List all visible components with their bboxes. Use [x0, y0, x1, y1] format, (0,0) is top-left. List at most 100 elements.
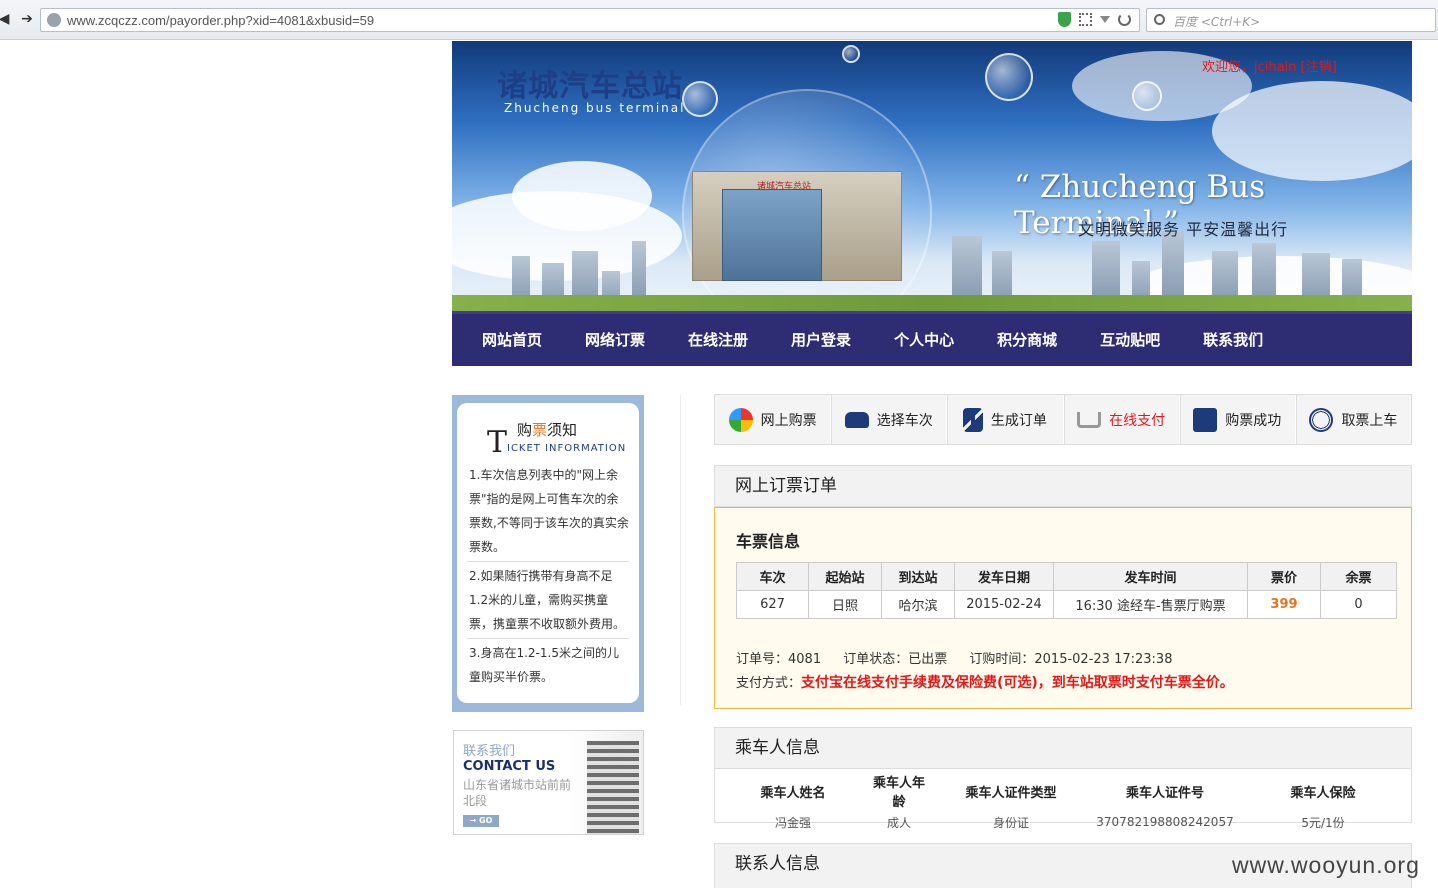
column-header: 票价 — [1247, 562, 1321, 591]
bubble-decoration — [682, 81, 718, 117]
payment-note: 支付宝在线支付手续费及保险费(可选)，到车站取票时支付车票全价。 — [801, 675, 1234, 691]
table-row: 627 日照 哈尔滨 2015-02-24 16:30 途经车-售票厅购票 39… — [736, 590, 1397, 619]
car-icon — [844, 411, 869, 428]
site-logo-text[interactable]: 诸城汽车总站 — [497, 61, 683, 105]
notice-item: 2.如果随行携带有身高不足1.2米的儿童，需购买携童票，携童票不收取额外费用。 — [467, 564, 629, 639]
nav-login[interactable]: 用户登录 — [791, 314, 851, 366]
forward-arrow-icon[interactable]: ➔ — [20, 12, 34, 26]
contact-go-button[interactable]: → GO — [463, 815, 499, 827]
main-navigation: 网站首页 网络订票 在线注册 用户登录 个人中心 积分商城 互动贴吧 联系我们 — [452, 311, 1412, 366]
hourglass-icon — [962, 407, 983, 432]
browser-toolbar: ◀ ➔ www.zcqczz.com/payorder.php?xid=4081… — [0, 0, 1438, 40]
back-arrow-icon[interactable]: ◀ — [0, 12, 11, 26]
search-icon — [1154, 14, 1165, 25]
bubble-decoration — [1132, 81, 1162, 111]
checkmark-icon — [1193, 407, 1218, 432]
order-time: 订购时间：2015-02-23 17:23:38 — [969, 652, 1173, 667]
page-container: 诸城汽车总站 诸城汽车总站 Zhucheng bus terminal 欢迎您，… — [452, 41, 1412, 888]
passenger-insurance: 5元/1份 — [1301, 815, 1345, 830]
nav-home[interactable]: 网站首页 — [482, 314, 542, 366]
nav-contact[interactable]: 联系我们 — [1203, 314, 1263, 366]
column-header: 乘车人证件号 — [1125, 785, 1204, 801]
column-header: 车次 — [736, 562, 809, 591]
column-header: 起始站 — [808, 562, 882, 591]
cloud-decoration — [1212, 81, 1412, 181]
column-header: 发车时间 — [1053, 562, 1248, 591]
column-header: 余票 — [1320, 562, 1397, 591]
ticket-table: 车次 起始站 到达站 发车日期 发车时间 票价 余票 627 日照 哈尔滨 20… — [736, 562, 1397, 619]
nav-online-booking[interactable]: 网络订票 — [585, 314, 645, 366]
order-meta: 订单号：4081 订单状态：已出票 订购时间：2015-02-23 17:23:… — [736, 648, 1190, 667]
globe-icon — [1309, 407, 1334, 432]
ticket-info-title: 车票信息 — [736, 532, 801, 551]
reload-icon[interactable] — [1118, 13, 1131, 26]
step-online-payment: 在线支付 — [1064, 395, 1180, 444]
step-generate-order: 生成订单 — [947, 395, 1064, 444]
passenger-age: 成人 — [886, 815, 911, 830]
slogan-chinese: 文明微笑服务 平安温馨出行 — [1078, 220, 1289, 239]
contact-title-cn: 联系我们 — [463, 744, 516, 759]
passenger-panel-body: 乘车人姓名 乘车人年龄 乘车人证件类型 乘车人证件号 乘车人保险 冯金强 成人 … — [714, 769, 1412, 830]
terminal-sign: 诸城汽车总站 — [757, 182, 812, 192]
building-image — [587, 741, 639, 834]
color-wheel-icon — [728, 407, 753, 432]
site-banner: 诸城汽车总站 诸城汽车总站 Zhucheng bus terminal 欢迎您，… — [452, 41, 1412, 311]
column-header: 乘车人姓名 — [760, 785, 826, 801]
payment-label: 支付方式： — [736, 676, 802, 691]
shield-icon[interactable] — [1058, 12, 1071, 27]
column-header: 到达站 — [881, 562, 955, 591]
shopping-cart-icon — [1077, 411, 1102, 428]
notice-item: 1.车次信息列表中的"网上余票"指的是网上可售车次的余票数,不等同于该车次的真实… — [467, 463, 629, 562]
step-online-purchase: 网上购票 — [715, 395, 832, 444]
user-welcome-logout[interactable]: 欢迎您，jcihain [注销] — [1202, 56, 1337, 75]
notice-title-cn: 购票须知 — [517, 421, 578, 439]
passenger-panel-header: 乘车人信息 — [714, 727, 1412, 769]
url-text[interactable]: www.zcqczz.com/payorder.php?xid=4081&xbu… — [67, 13, 374, 28]
notice-title-en: ICKET INFORMATION — [507, 443, 627, 454]
order-status: 订单状态：已出票 — [843, 652, 948, 667]
address-bar[interactable]: www.zcqczz.com/payorder.php?xid=4081&xbu… — [40, 8, 1140, 32]
qrcode-icon[interactable] — [1079, 13, 1092, 26]
passenger-id-type: 身份证 — [992, 815, 1029, 830]
nav-register[interactable]: 在线注册 — [688, 314, 748, 366]
contact-title-en: CONTACT US — [463, 759, 556, 774]
browser-search-box[interactable]: 百度 <Ctrl+K> — [1146, 8, 1436, 32]
remaining-tickets: 0 — [1320, 590, 1397, 619]
table-row: 冯金强 成人 身份证 370782198808242057 5元/1份 — [715, 810, 1411, 834]
contact-us-box[interactable]: 联系我们 CONTACT US 山东省诸城市站前前北段 → GO — [453, 730, 644, 835]
nav-points-mall[interactable]: 积分商城 — [997, 314, 1057, 366]
terminal-building-center — [722, 189, 822, 281]
ticket-price: 399 — [1247, 590, 1321, 619]
passenger-table-header: 乘车人姓名 乘车人年龄 乘车人证件类型 乘车人证件号 乘车人保险 — [715, 772, 1411, 810]
globe-icon — [47, 13, 61, 27]
step-select-trip: 选择车次 — [831, 395, 948, 444]
ticket-notice-panel: T 购票须知 ICKET INFORMATION 1.车次信息列表中的"网上余票… — [452, 395, 644, 712]
departure-date: 2015-02-24 — [954, 590, 1054, 619]
ground-decoration — [452, 295, 1412, 311]
column-header: 发车日期 — [954, 562, 1054, 591]
passenger-name: 冯金强 — [774, 815, 811, 830]
destination-station: 哈尔滨 — [881, 590, 955, 619]
dropdown-arrow-icon[interactable] — [1100, 16, 1110, 23]
departure-time: 16:30 途经车-售票厅购票 — [1053, 590, 1248, 619]
column-header: 乘车人年龄 — [872, 776, 925, 810]
notice-title: T 购票须知 ICKET INFORMATION — [467, 411, 629, 463]
column-header: 乘车人证件类型 — [965, 785, 1057, 801]
bubble-decoration — [842, 45, 860, 63]
origin-station: 日照 — [808, 590, 882, 619]
cloud-decoration — [512, 161, 652, 231]
booking-steps: 网上购票 选择车次 生成订单 在线支付 购票成功 取票上车 — [714, 394, 1412, 445]
order-panel-body: 车票信息 车次 起始站 到达站 发车日期 发车时间 票价 余票 627 日照 哈… — [714, 507, 1412, 709]
bubble-decoration — [985, 53, 1033, 101]
order-number: 订单号：4081 — [736, 652, 822, 667]
search-placeholder[interactable]: 百度 <Ctrl+K> — [1173, 13, 1260, 30]
order-panel-header: 网上订票订单 — [714, 465, 1412, 507]
site-logo-subtitle: Zhucheng bus terminal — [504, 101, 686, 115]
trip-number: 627 — [736, 590, 809, 619]
ticket-table-header: 车次 起始站 到达站 发车日期 发车时间 票价 余票 — [736, 562, 1397, 591]
nav-user-center[interactable]: 个人中心 — [894, 314, 954, 366]
nav-forum[interactable]: 互动贴吧 — [1100, 314, 1160, 366]
step-purchase-success: 购票成功 — [1180, 395, 1296, 444]
notice-item: 3.身高在1.2-1.5米之间的儿童购买半价票。 — [469, 646, 619, 684]
step-collect-board: 取票上车 — [1296, 395, 1411, 444]
